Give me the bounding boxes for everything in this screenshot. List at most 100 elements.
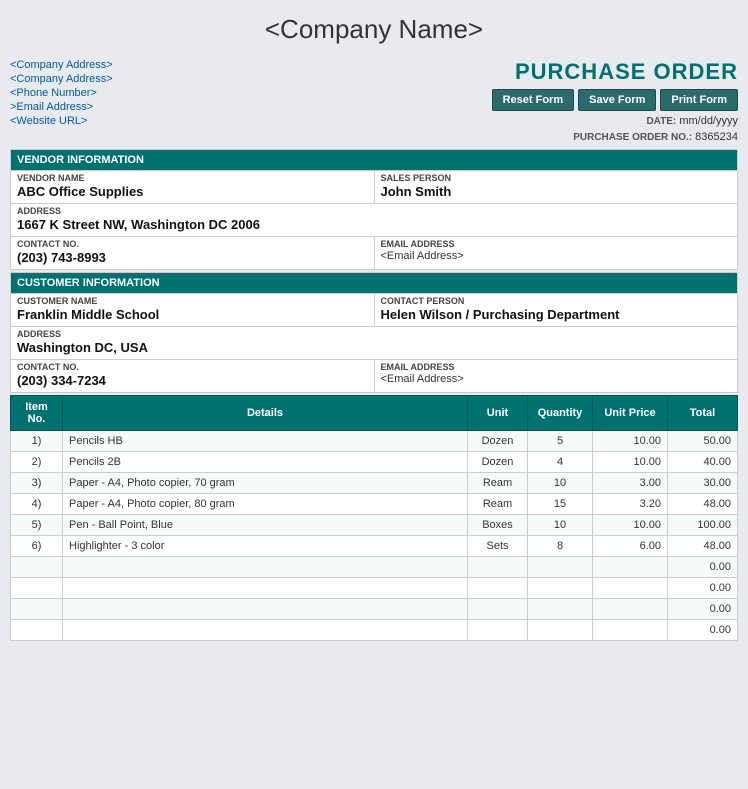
table-cell — [528, 620, 593, 641]
table-cell — [468, 599, 528, 620]
table-cell: 3.20 — [593, 494, 668, 515]
table-cell — [468, 620, 528, 641]
po-number-row: PURCHASE ORDER NO.: 8365234 — [573, 131, 738, 143]
table-cell: 5 — [528, 431, 593, 452]
save-button[interactable]: Save Form — [578, 89, 656, 111]
customer-contact-person-value: Helen Wilson / Purchasing Department — [375, 306, 738, 326]
customer-name-value: Franklin Middle School — [11, 306, 374, 326]
items-header-row: Item No. Details Unit Quantity Unit Pric… — [11, 396, 738, 431]
table-row: 0.00 — [11, 578, 738, 599]
table-cell: Dozen — [468, 431, 528, 452]
table-row: 5)Pen - Ball Point, BlueBoxes1010.00100.… — [11, 515, 738, 536]
customer-address-value: Washington DC, USA — [11, 339, 737, 359]
table-cell: 0.00 — [668, 557, 738, 578]
table-cell: 40.00 — [668, 452, 738, 473]
right-header: PURCHASE ORDER Reset Form Save Form Prin… — [492, 59, 738, 143]
table-cell: 5) — [11, 515, 63, 536]
table-row: 1)Pencils HBDozen510.0050.00 — [11, 431, 738, 452]
table-cell — [63, 599, 468, 620]
po-number: 8365234 — [695, 131, 738, 143]
table-cell: 10 — [528, 473, 593, 494]
table-cell — [593, 620, 668, 641]
vendor-email-value: <Email Address> — [375, 249, 738, 266]
customer-contact-person-cell: CONTACT PERSON Helen Wilson / Purchasing… — [374, 294, 738, 327]
vendor-address-label: ADDRESS — [11, 204, 737, 216]
table-cell: 10.00 — [593, 515, 668, 536]
table-cell: 0.00 — [668, 620, 738, 641]
table-cell — [528, 578, 593, 599]
vendor-address-cell: ADDRESS 1667 K Street NW, Washington DC … — [11, 204, 738, 237]
items-table: Item No. Details Unit Quantity Unit Pric… — [10, 395, 738, 641]
table-cell: 50.00 — [668, 431, 738, 452]
table-cell: Paper - A4, Photo copier, 80 gram — [63, 494, 468, 515]
customer-email-cell: EMAIL ADDRESS <Email Address> — [374, 360, 738, 393]
table-cell — [11, 578, 63, 599]
table-cell — [593, 599, 668, 620]
col-header-unit: Unit — [468, 396, 528, 431]
table-cell: Dozen — [468, 452, 528, 473]
customer-contact-label: CONTACT NO. — [11, 360, 374, 372]
table-cell: 6.00 — [593, 536, 668, 557]
vendor-contact-cell: CONTACT NO. (203) 743-8993 — [11, 237, 375, 270]
table-cell: 0.00 — [668, 578, 738, 599]
company-address2: <Company Address> — [10, 73, 113, 85]
company-name: <Company Name> — [10, 10, 738, 49]
table-cell — [468, 557, 528, 578]
company-phone: <Phone Number> — [10, 87, 113, 99]
table-cell: 15 — [528, 494, 593, 515]
table-cell — [11, 620, 63, 641]
table-cell — [11, 557, 63, 578]
customer-contact-value: (203) 334-7234 — [11, 372, 374, 392]
table-cell: 8 — [528, 536, 593, 557]
table-cell: Pencils HB — [63, 431, 468, 452]
company-website: <Website URL> — [10, 115, 113, 127]
table-cell: 6) — [11, 536, 63, 557]
vendor-address-value: 1667 K Street NW, Washington DC 2006 — [11, 216, 737, 236]
customer-address-cell: ADDRESS Washington DC, USA — [11, 327, 738, 360]
reset-button[interactable]: Reset Form — [492, 89, 575, 111]
table-row: 4)Paper - A4, Photo copier, 80 gramReam1… — [11, 494, 738, 515]
table-cell: 10.00 — [593, 431, 668, 452]
table-row: 0.00 — [11, 599, 738, 620]
company-email: >Email Address> — [10, 101, 113, 113]
vendor-section-header: VENDOR INFORMATION — [11, 150, 738, 171]
table-cell: Sets — [468, 536, 528, 557]
table-cell: 1) — [11, 431, 63, 452]
table-cell: Highlighter - 3 color — [63, 536, 468, 557]
table-cell: 3) — [11, 473, 63, 494]
col-header-total: Total — [668, 396, 738, 431]
table-cell — [593, 557, 668, 578]
table-cell — [11, 599, 63, 620]
vendor-email-label: EMAIL ADDRESS — [375, 237, 738, 249]
date-label: DATE: — [646, 116, 676, 127]
vendor-sales-label: SALES PERSON — [375, 171, 738, 183]
customer-contact-cell: CONTACT NO. (203) 334-7234 — [11, 360, 375, 393]
table-cell — [63, 620, 468, 641]
vendor-sales-value: John Smith — [375, 183, 738, 203]
vendor-email-cell: EMAIL ADDRESS <Email Address> — [374, 237, 738, 270]
customer-section-header: CUSTOMER INFORMATION — [11, 273, 738, 294]
table-cell — [593, 578, 668, 599]
table-row: 6)Highlighter - 3 colorSets86.0048.00 — [11, 536, 738, 557]
table-cell: 10.00 — [593, 452, 668, 473]
customer-name-label: CUSTOMER NAME — [11, 294, 374, 306]
vendor-contact-label: CONTACT NO. — [11, 237, 374, 249]
table-cell: Pen - Ball Point, Blue — [63, 515, 468, 536]
table-cell: 2) — [11, 452, 63, 473]
vendor-table: VENDOR INFORMATION VENDOR NAME ABC Offic… — [10, 149, 738, 270]
vendor-name-label: VENDOR NAME — [11, 171, 374, 183]
date-row: DATE: mm/dd/yyyy — [646, 115, 738, 127]
print-button[interactable]: Print Form — [660, 89, 738, 111]
vendor-name-cell: VENDOR NAME ABC Office Supplies — [11, 171, 375, 204]
table-cell: 4) — [11, 494, 63, 515]
table-cell: Paper - A4, Photo copier, 70 gram — [63, 473, 468, 494]
po-label: PURCHASE ORDER NO.: — [573, 132, 692, 143]
table-cell: Ream — [468, 494, 528, 515]
table-cell — [528, 557, 593, 578]
table-row: 0.00 — [11, 620, 738, 641]
table-cell: 3.00 — [593, 473, 668, 494]
table-cell: 30.00 — [668, 473, 738, 494]
table-row: 3)Paper - A4, Photo copier, 70 gramReam1… — [11, 473, 738, 494]
po-title: PURCHASE ORDER — [515, 59, 738, 85]
customer-contact-person-label: CONTACT PERSON — [375, 294, 738, 306]
